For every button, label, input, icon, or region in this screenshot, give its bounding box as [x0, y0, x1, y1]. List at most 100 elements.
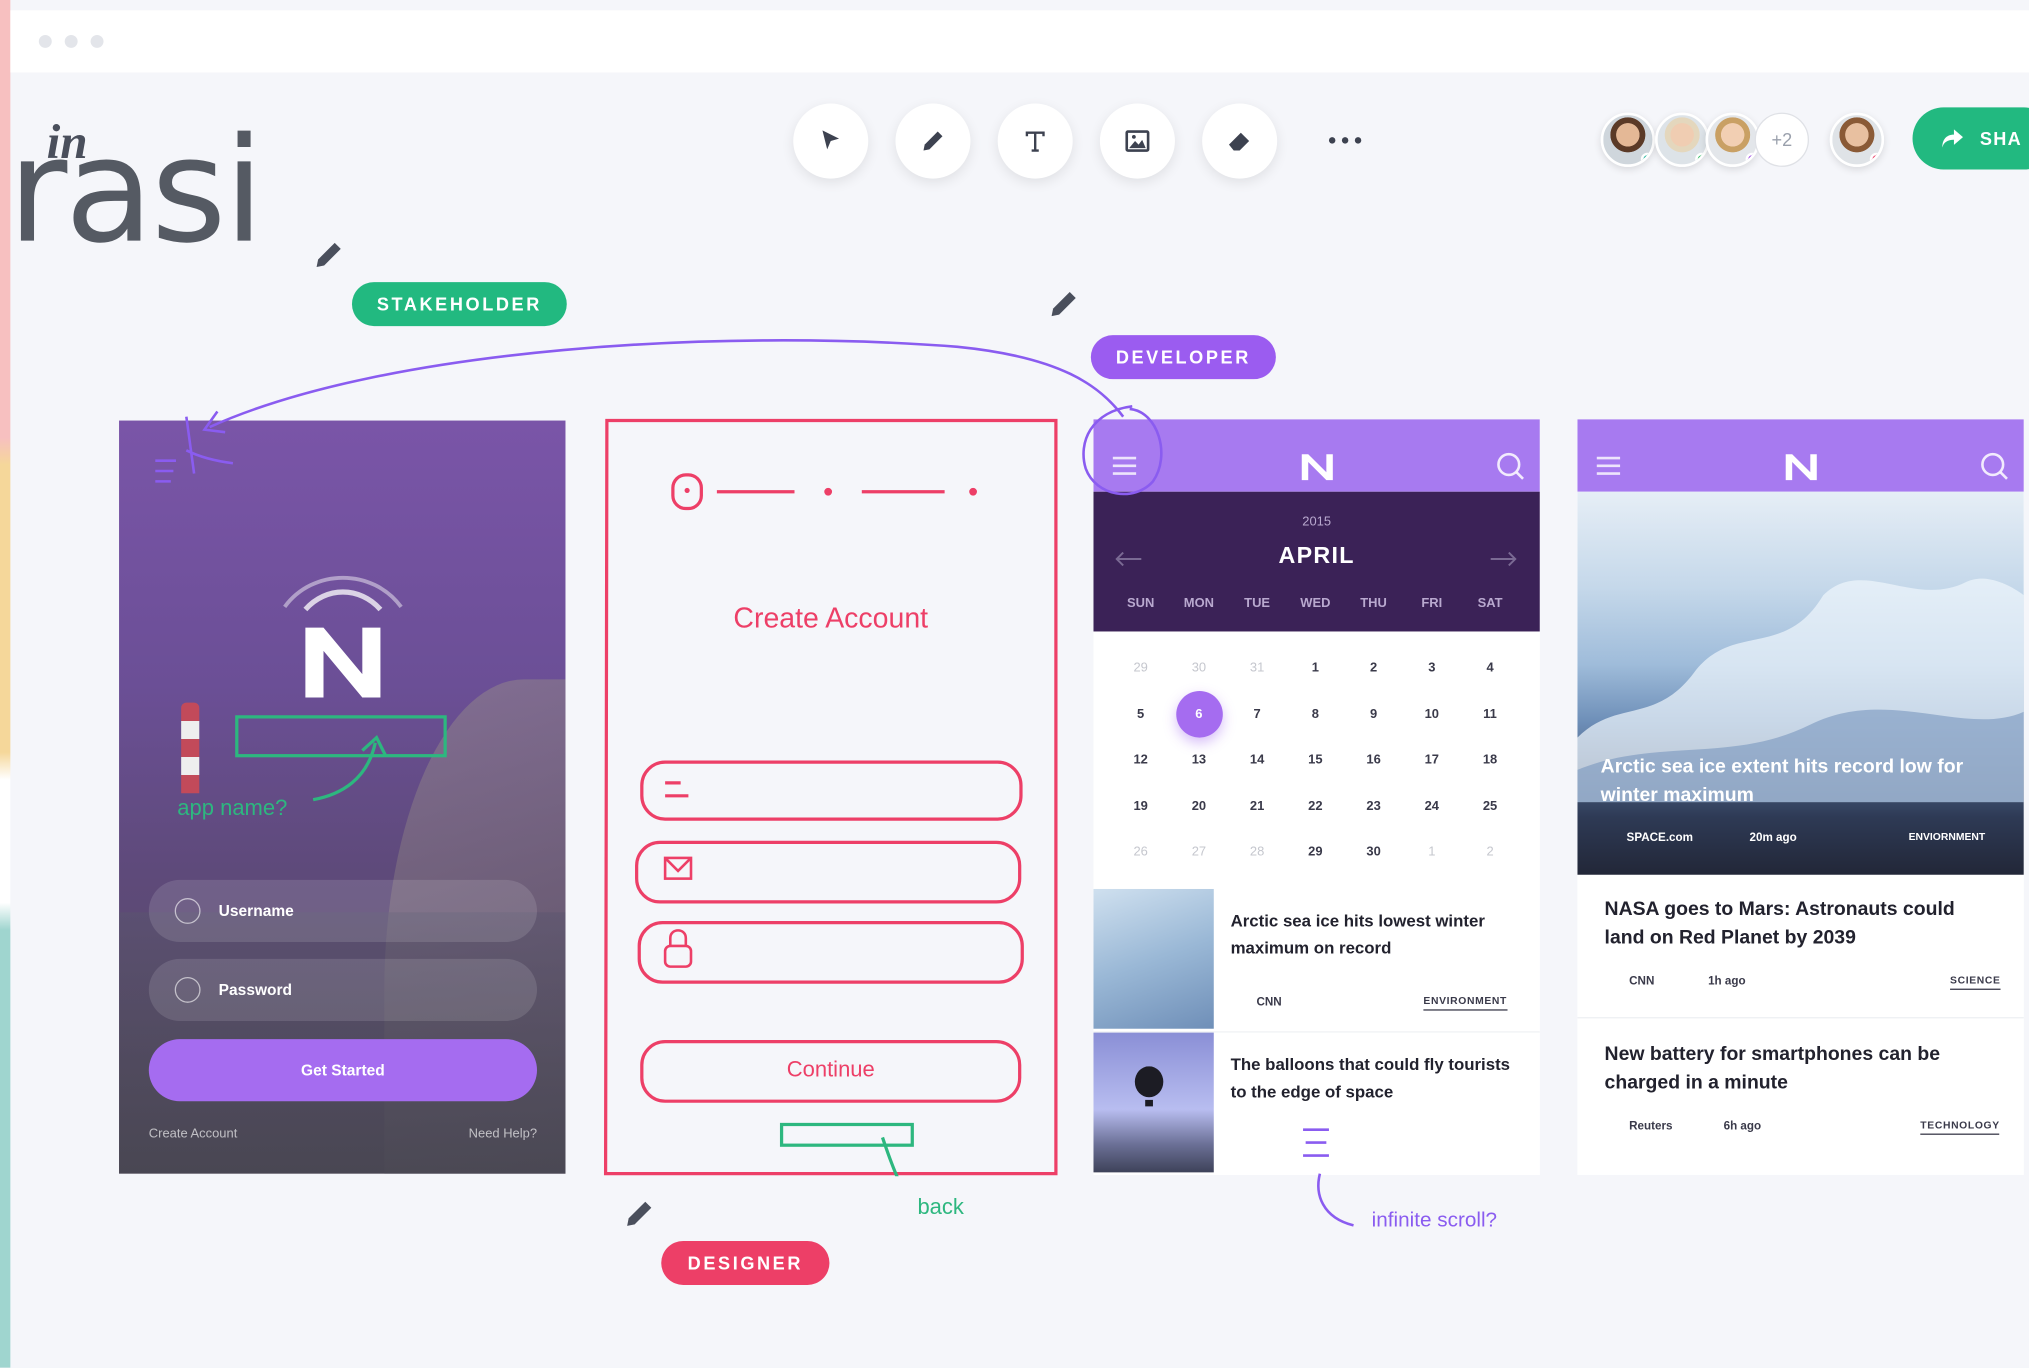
- current-user-avatar[interactable]: [1829, 112, 1885, 167]
- calendar-day[interactable]: 28: [1228, 845, 1286, 859]
- calendar-day[interactable]: 7: [1228, 707, 1286, 721]
- calendar-day[interactable]: 30: [1344, 845, 1402, 859]
- pointer-tool-button[interactable]: [793, 103, 869, 179]
- collaborator-avatar[interactable]: [1655, 112, 1710, 167]
- article-time: 1h ago: [1708, 974, 1746, 988]
- calendar-day[interactable]: 8: [1286, 707, 1344, 721]
- app-logo-icon: [1301, 454, 1333, 481]
- calendar-day[interactable]: 2: [1461, 845, 1519, 859]
- calendar-day[interactable]: 14: [1228, 753, 1286, 767]
- window-dot[interactable]: [90, 34, 104, 48]
- calendar-day[interactable]: 3: [1403, 661, 1461, 675]
- role-tag-stakeholder[interactable]: STAKEHOLDER: [351, 282, 567, 327]
- news-title: The balloons that could fly tourists to …: [1230, 1054, 1511, 1102]
- calendar-day[interactable]: 10: [1403, 707, 1461, 721]
- user-icon: [174, 898, 201, 924]
- calendar-year: 2015: [1302, 515, 1332, 530]
- calendar-day[interactable]: 20: [1170, 799, 1228, 813]
- calendar-day[interactable]: 16: [1344, 753, 1402, 767]
- wireframe-create-account[interactable]: Create Account Continue: [603, 418, 1058, 1177]
- article-source: Reuters: [1629, 1119, 1673, 1133]
- text-icon: [1025, 131, 1045, 152]
- calendar-day[interactable]: 6: [1170, 707, 1228, 721]
- search-icon[interactable]: [1979, 450, 2010, 481]
- prev-month-icon[interactable]: [1114, 551, 1142, 567]
- calendar-day[interactable]: 29: [1112, 661, 1170, 675]
- share-button[interactable]: SHA: [1912, 107, 2029, 170]
- username-field[interactable]: Username: [148, 879, 538, 943]
- calendar-day[interactable]: 18: [1461, 753, 1519, 767]
- balloon-thumbnail: [1093, 1032, 1214, 1173]
- search-icon[interactable]: [1495, 450, 1526, 481]
- calendar-day[interactable]: 24: [1403, 799, 1461, 813]
- role-tag-designer[interactable]: DESIGNER: [661, 1240, 830, 1285]
- collaborator-avatar[interactable]: [1705, 112, 1760, 167]
- calendar-news-item[interactable]: The balloons that could fly tourists to …: [1093, 1032, 1540, 1175]
- app-title-overlay: rasi: [7, 107, 264, 276]
- password-field[interactable]: Password: [148, 958, 538, 1021]
- news-category: ENVIRONMENT: [1423, 995, 1508, 1011]
- calendar-day[interactable]: 11: [1461, 707, 1519, 721]
- presence-indicator: [1695, 152, 1707, 165]
- calendar-day[interactable]: 26: [1112, 845, 1170, 859]
- calendar-day[interactable]: 30: [1170, 661, 1228, 675]
- calendar-day[interactable]: 25: [1461, 799, 1519, 813]
- calendar-day[interactable]: 31: [1228, 661, 1286, 675]
- calendar-day[interactable]: 21: [1228, 799, 1286, 813]
- article-title[interactable]: NASA goes to Mars: Astronauts could land…: [1605, 895, 2000, 952]
- canvas[interactable]: in rasi +2 SHA STAKEHOLDER DEVELOPER DES…: [0, 0, 2029, 1368]
- window-dot[interactable]: [64, 34, 78, 48]
- calendar-day[interactable]: 1: [1403, 845, 1461, 859]
- balloon-icon: [1134, 1066, 1164, 1107]
- article-title[interactable]: New battery for smartphones can be charg…: [1605, 1040, 2000, 1097]
- annotation-back: back: [917, 1194, 964, 1219]
- image-icon: [1125, 130, 1150, 152]
- password-label: Password: [218, 980, 293, 999]
- hero-title[interactable]: Arctic sea ice extent hits record low fo…: [1601, 753, 2015, 810]
- text-tool-button[interactable]: [997, 103, 1073, 179]
- calendar-day[interactable]: 4: [1461, 661, 1519, 675]
- get-started-button[interactable]: Get Started: [148, 1039, 538, 1102]
- menu-icon[interactable]: [1596, 455, 1622, 476]
- more-collaborators-count[interactable]: +2: [1754, 112, 1810, 167]
- calendar-day[interactable]: 15: [1286, 753, 1344, 767]
- calendar-month: APRIL: [1278, 542, 1355, 569]
- news-title: Arctic sea ice hits lowest winter maximu…: [1230, 910, 1485, 958]
- hero-source: SPACE.com: [1626, 830, 1694, 844]
- calendar-day[interactable]: 22: [1286, 799, 1344, 813]
- calendar-day[interactable]: 12: [1112, 753, 1170, 767]
- calendar-day[interactable]: 5: [1112, 707, 1170, 721]
- calendar-day[interactable]: 19: [1112, 799, 1170, 813]
- image-tool-button[interactable]: [1099, 103, 1175, 179]
- hero-image[interactable]: [1577, 491, 2024, 875]
- weekday-label: MON: [1183, 596, 1214, 611]
- wireframe-continue-button[interactable]: Continue: [603, 1057, 1058, 1083]
- calendar-day[interactable]: 2: [1344, 661, 1402, 675]
- weekday-label: FRI: [1421, 596, 1443, 611]
- calendar-day[interactable]: 29: [1286, 845, 1344, 859]
- calendar-day[interactable]: 27: [1170, 845, 1228, 859]
- pencil-tool-button[interactable]: [895, 103, 971, 179]
- calendar-day[interactable]: 13: [1170, 753, 1228, 767]
- weekday-label: TUE: [1244, 596, 1271, 611]
- calendar-day[interactable]: 1: [1286, 661, 1344, 675]
- collaborator-avatar[interactable]: [1600, 112, 1656, 167]
- create-account-link[interactable]: Create Account: [149, 1127, 237, 1141]
- username-label: Username: [218, 901, 294, 921]
- calendar-day[interactable]: 17: [1403, 753, 1461, 767]
- share-icon: [1942, 129, 1963, 148]
- share-label: SHA: [1979, 128, 2022, 149]
- eraser-tool-button[interactable]: [1202, 103, 1278, 179]
- annotation-circle: [1082, 405, 1163, 496]
- more-tools-button[interactable]: [1320, 124, 1369, 155]
- need-help-link[interactable]: Need Help?: [469, 1127, 537, 1141]
- next-month-icon[interactable]: [1489, 551, 1517, 567]
- window-dot[interactable]: [38, 34, 52, 48]
- news-screen[interactable]: Arctic sea ice extent hits record low fo…: [1577, 419, 2024, 1175]
- wireframe-title: Create Account: [733, 601, 929, 635]
- presence-indicator: [1869, 152, 1882, 165]
- calendar-screen[interactable]: 2015 APRIL SUN MON TUE WED THU FRI SAT 29 30 31 1…: [1093, 419, 1540, 1175]
- calendar-news-item[interactable]: Arctic sea ice hits lowest winter maximu…: [1093, 888, 1540, 1032]
- calendar-day[interactable]: 23: [1344, 799, 1402, 813]
- calendar-day[interactable]: 9: [1344, 707, 1402, 721]
